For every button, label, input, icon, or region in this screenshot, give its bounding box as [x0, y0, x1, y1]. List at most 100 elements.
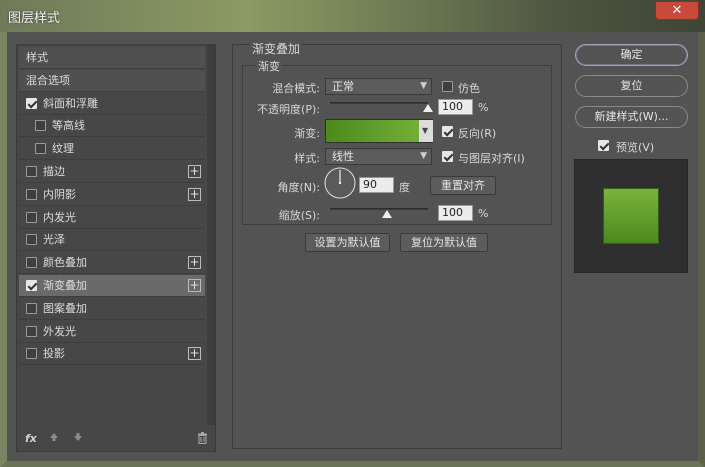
- align-layer-checkbox[interactable]: [442, 151, 453, 162]
- style-list-item-label: 样式: [26, 51, 48, 64]
- scale-input[interactable]: 100: [438, 205, 473, 221]
- chevron-down-icon: ▼: [422, 126, 429, 135]
- style-checkbox[interactable]: [26, 325, 37, 337]
- close-button[interactable]: ✕: [655, 1, 699, 20]
- style-checkbox[interactable]: [26, 166, 37, 177]
- reverse-checkbox[interactable]: [442, 126, 453, 137]
- opacity-slider-thumb[interactable]: [423, 104, 433, 112]
- angle-dial[interactable]: [323, 166, 357, 200]
- style-list-item-label: 混合选项: [26, 73, 70, 87]
- gradient-dropdown-button[interactable]: ▼: [419, 120, 433, 142]
- add-effect-icon[interactable]: +: [188, 256, 201, 270]
- opacity-slider-track[interactable]: [330, 102, 428, 104]
- set-default-button[interactable]: 设置为默认值: [305, 233, 390, 252]
- blend-mode-select[interactable]: 正常 ▼: [325, 78, 432, 95]
- preview-swatch: [603, 188, 659, 244]
- style-list-item-label: 投影: [43, 347, 65, 361]
- scale-unit: %: [478, 207, 489, 220]
- style-checkbox[interactable]: [26, 302, 37, 314]
- style-list-item[interactable]: 投影 +: [19, 343, 205, 366]
- style-list-item-label: 斜面和浮雕: [43, 96, 98, 110]
- style-checkbox[interactable]: [26, 280, 37, 291]
- style-list-panel: 样式混合选项斜面和浮雕等高线纹理描边 + 内阴影 + 内发光光泽颜色叠加 + 渐变叠加 + 图案…: [16, 44, 216, 452]
- move-up-icon[interactable]: [49, 432, 59, 445]
- scale-slider-track[interactable]: [330, 208, 428, 210]
- style-list-item[interactable]: 等高线: [19, 115, 205, 138]
- dither-label: 仿色: [458, 82, 480, 95]
- reverse-label: 反向(R): [458, 127, 497, 140]
- style-list-item[interactable]: 颜色叠加 +: [19, 252, 205, 275]
- style-preview: [574, 159, 688, 273]
- style-list-item[interactable]: 混合选项: [19, 69, 205, 92]
- close-icon: ✕: [671, 3, 683, 18]
- style-list-item[interactable]: 纹理: [19, 138, 205, 161]
- style-list-item-label: 内发光: [43, 210, 76, 224]
- style-list-item-label: 外发光: [43, 324, 76, 338]
- move-down-icon[interactable]: [73, 432, 83, 445]
- style-checkbox[interactable]: [35, 143, 46, 155]
- style-checkbox[interactable]: [26, 211, 37, 223]
- style-list-scrollbar[interactable]: [207, 45, 215, 425]
- style-list-item[interactable]: 内阴影 +: [19, 184, 205, 206]
- gradient-picker[interactable]: ▼: [325, 119, 433, 143]
- add-effect-icon[interactable]: +: [188, 347, 201, 361]
- fx-icon[interactable]: fx: [25, 432, 37, 445]
- style-checkbox[interactable]: [26, 234, 37, 246]
- style-checkbox[interactable]: [26, 348, 37, 360]
- reset-default-button[interactable]: 复位为默认值: [400, 233, 488, 252]
- scale-slider-thumb[interactable]: [381, 210, 392, 218]
- style-checkbox[interactable]: [35, 120, 46, 132]
- trash-icon[interactable]: [197, 432, 208, 447]
- reset-align-button[interactable]: 重置对齐: [430, 176, 496, 195]
- style-list-item[interactable]: 光泽: [19, 229, 205, 252]
- group-title: 渐变叠加: [250, 40, 303, 57]
- style-label: 样式:: [294, 152, 320, 165]
- style-list-item-label: 内阴影: [43, 187, 76, 201]
- angle-label: 角度(N):: [277, 181, 320, 194]
- gradient-style-value: 线性: [332, 150, 354, 163]
- blend-mode-label: 混合模式:: [272, 82, 320, 95]
- style-list-item[interactable]: 描边 +: [19, 161, 205, 183]
- chevron-down-icon: ▼: [420, 151, 427, 161]
- style-list-item[interactable]: 内发光: [19, 207, 205, 229]
- preview-checkbox[interactable]: [598, 140, 609, 151]
- ok-button[interactable]: 确定: [575, 44, 688, 66]
- style-checkbox[interactable]: [26, 257, 37, 269]
- scale-label: 缩放(S):: [278, 209, 320, 222]
- blend-mode-value: 正常: [332, 80, 354, 93]
- style-list-item[interactable]: 图案叠加: [19, 298, 205, 320]
- style-list-item[interactable]: 样式: [19, 47, 205, 69]
- style-list-item[interactable]: 外发光: [19, 321, 205, 343]
- style-list-item-label: 等高线: [52, 119, 85, 133]
- preview-label: 预览(V): [616, 141, 655, 154]
- title-bar: 图层样式 ✕: [0, 0, 705, 32]
- opacity-input[interactable]: 100: [438, 99, 473, 115]
- subgroup-title: 渐变: [256, 58, 282, 74]
- style-checkbox[interactable]: [26, 97, 37, 109]
- style-checkbox[interactable]: [26, 188, 37, 200]
- style-list-item-label: 颜色叠加: [43, 256, 87, 270]
- opacity-label: 不透明度(P):: [257, 103, 320, 116]
- gradient-label: 渐变:: [294, 127, 320, 140]
- reset-button[interactable]: 复位: [575, 75, 688, 97]
- add-effect-icon[interactable]: +: [188, 279, 201, 292]
- style-list-item-label: 光泽: [43, 233, 65, 247]
- angle-unit: 度: [399, 181, 410, 194]
- add-effect-icon[interactable]: +: [188, 187, 201, 201]
- align-layer-label: 与图层对齐(I): [458, 152, 525, 165]
- add-effect-icon[interactable]: +: [188, 165, 201, 178]
- angle-input[interactable]: 90: [359, 177, 394, 193]
- chevron-down-icon: ▼: [420, 81, 427, 91]
- style-list-toolbar: fx: [17, 427, 215, 451]
- new-style-button[interactable]: 新建样式(W)...: [575, 106, 688, 128]
- dither-checkbox[interactable]: [442, 81, 453, 92]
- style-list-item-label: 纹理: [52, 142, 74, 156]
- style-list-item-label: 图案叠加: [43, 301, 87, 315]
- window-title: 图层样式: [8, 11, 61, 26]
- gradient-style-select[interactable]: 线性 ▼: [325, 148, 432, 165]
- style-list-item-label: 描边: [43, 165, 65, 178]
- style-list-item[interactable]: 渐变叠加 +: [19, 275, 205, 297]
- opacity-unit: %: [478, 101, 489, 114]
- style-list-item[interactable]: 斜面和浮雕: [19, 93, 205, 115]
- style-list-item-label: 渐变叠加: [43, 279, 87, 292]
